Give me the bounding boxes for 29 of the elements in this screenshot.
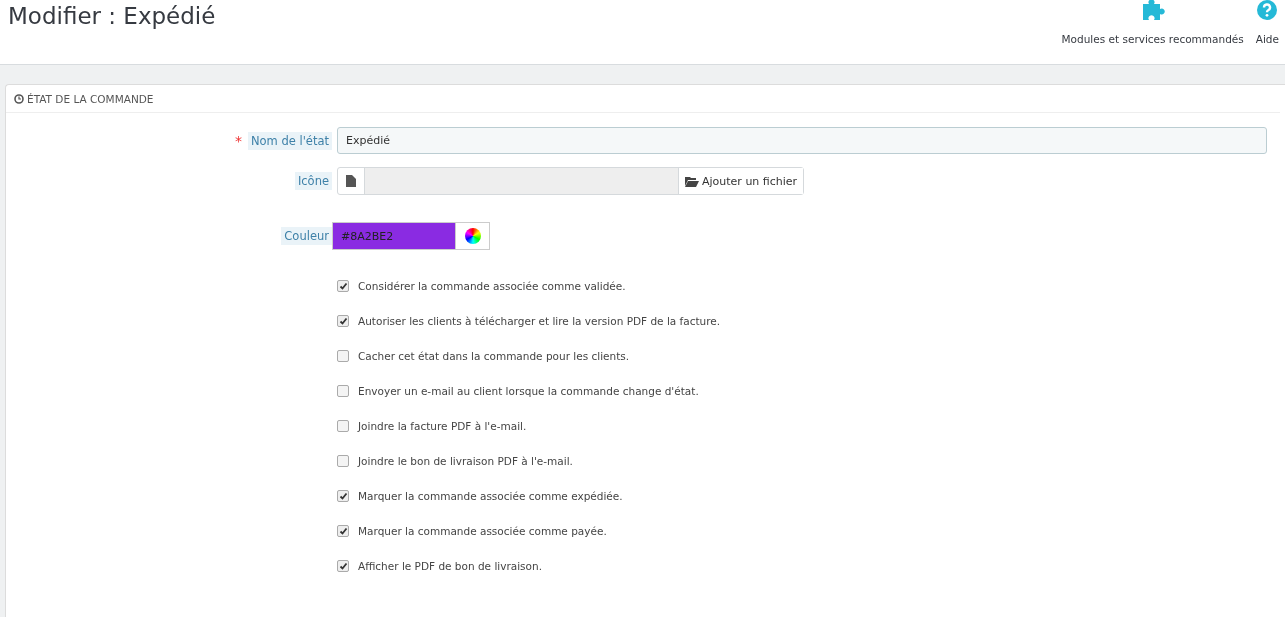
field-label: Icône (294, 172, 332, 190)
checkbox[interactable] (337, 350, 349, 362)
checkbox[interactable] (337, 455, 349, 467)
option-label: Autoriser les clients à télécharger et lire la version PDF de la facture. (358, 315, 721, 327)
option-label: Envoyer un e-mail au client lorsque la commande change d'état. (358, 385, 699, 397)
checkbox[interactable] (337, 490, 349, 502)
option-label: Joindre le bon de livraison PDF à l'e-mail. (358, 455, 573, 467)
checkbox[interactable] (337, 280, 349, 292)
option-label: Marquer la commande associée comme expédiée. (358, 490, 623, 502)
option-label: Cacher cet état dans la commande pour les clients. (358, 350, 630, 362)
checkbox[interactable] (337, 525, 349, 537)
required-asterisk: * (234, 132, 242, 149)
option-label: Joindre la facture PDF à l'e-mail. (358, 420, 527, 432)
checkbox[interactable] (337, 420, 349, 432)
option-label: Marquer la commande associée comme payée. (358, 525, 607, 537)
clock-icon (14, 93, 24, 104)
page-title: Modifier : Expédié (8, 3, 216, 31)
option-label: Considérer la commande associée comme validée. (358, 280, 626, 292)
field-label: Nom de l'état (247, 131, 332, 150)
field-label: Couleur (281, 227, 332, 245)
toolbar-link[interactable]: Aide (1255, 0, 1279, 64)
panel-title: ÉTAT DE LA COMMANDE (27, 92, 154, 105)
option-label: Afficher le PDF de bon de livraison. (358, 560, 542, 572)
name-input[interactable]: Expédié (337, 127, 1267, 154)
puzzle-icon (1140, 0, 1165, 20)
checkbox[interactable] (337, 385, 349, 397)
checkbox[interactable] (337, 560, 349, 572)
toolbar-link[interactable]: Modules et services recommandés (1061, 0, 1244, 64)
checkbox[interactable] (337, 315, 349, 327)
